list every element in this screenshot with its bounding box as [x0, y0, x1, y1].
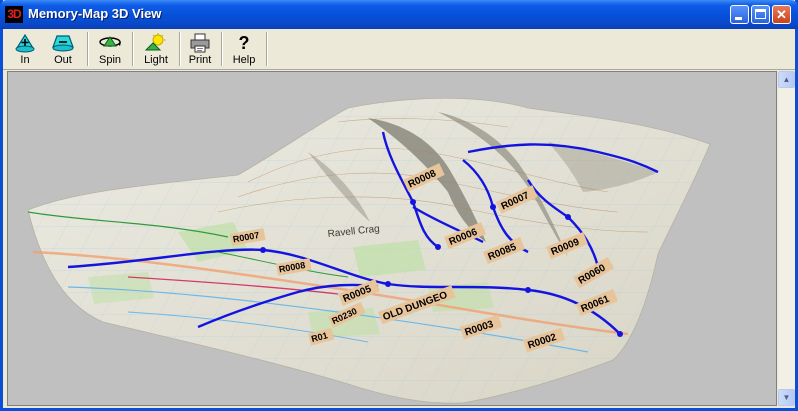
close-button[interactable]: ✕: [772, 5, 791, 24]
chevron-up-icon: ▲: [782, 75, 791, 84]
zoom-in-label: In: [20, 54, 30, 66]
help-icon: ?: [239, 33, 250, 53]
light-button[interactable]: Light: [136, 30, 176, 68]
terrain-surface[interactable]: R0008 R0007 R0006 R0085 R0009 R0060 R006…: [8, 72, 776, 405]
vertical-scrollbar[interactable]: ▲ ▼: [778, 71, 795, 406]
light-label: Light: [144, 54, 168, 66]
scroll-up-button[interactable]: ▲: [778, 71, 795, 88]
app-3d-icon: 3D: [5, 6, 23, 23]
maximize-icon: [755, 9, 766, 19]
3d-map-viewport[interactable]: R0008 R0007 R0006 R0085 R0009 R0060 R006…: [7, 71, 777, 406]
maximize-button[interactable]: [751, 5, 770, 24]
toolbar-separator: [132, 32, 134, 66]
help-button[interactable]: ? Help: [225, 30, 263, 68]
close-icon: ✕: [776, 7, 787, 22]
title-bar[interactable]: 3D Memory-Map 3D View ✕: [0, 0, 798, 29]
toolbar-separator: [221, 32, 223, 66]
svg-text:?: ?: [239, 33, 250, 53]
spin-label: Spin: [98, 54, 122, 66]
print-label: Print: [188, 54, 212, 66]
light-icon: [144, 33, 166, 51]
window-title: Memory-Map 3D View: [28, 6, 162, 21]
chevron-down-icon: ▼: [782, 393, 791, 402]
spin-icon: [99, 36, 121, 47]
spin-button[interactable]: Spin: [91, 30, 129, 68]
zoom-in-icon: [15, 33, 35, 53]
toolbar-separator: [179, 32, 181, 66]
toolbar-separator: [266, 32, 268, 66]
toolbar: In Out Spin Light Print ? Help: [3, 29, 795, 70]
zoom-out-label: Out: [54, 54, 72, 66]
minimize-button[interactable]: [730, 5, 749, 24]
zoom-out-button[interactable]: Out: [45, 30, 81, 68]
zoom-in-button[interactable]: In: [8, 30, 42, 68]
minimize-icon: [735, 17, 742, 20]
print-button[interactable]: Print: [183, 30, 217, 68]
toolbar-separator: [87, 32, 89, 66]
printer-icon: [190, 33, 210, 53]
zoom-out-icon: [52, 35, 74, 52]
scroll-down-button[interactable]: ▼: [778, 389, 795, 406]
help-label: Help: [232, 54, 256, 66]
memory-map-3d-window: 3D Memory-Map 3D View ✕ In Out Spin Ligh…: [0, 0, 798, 411]
